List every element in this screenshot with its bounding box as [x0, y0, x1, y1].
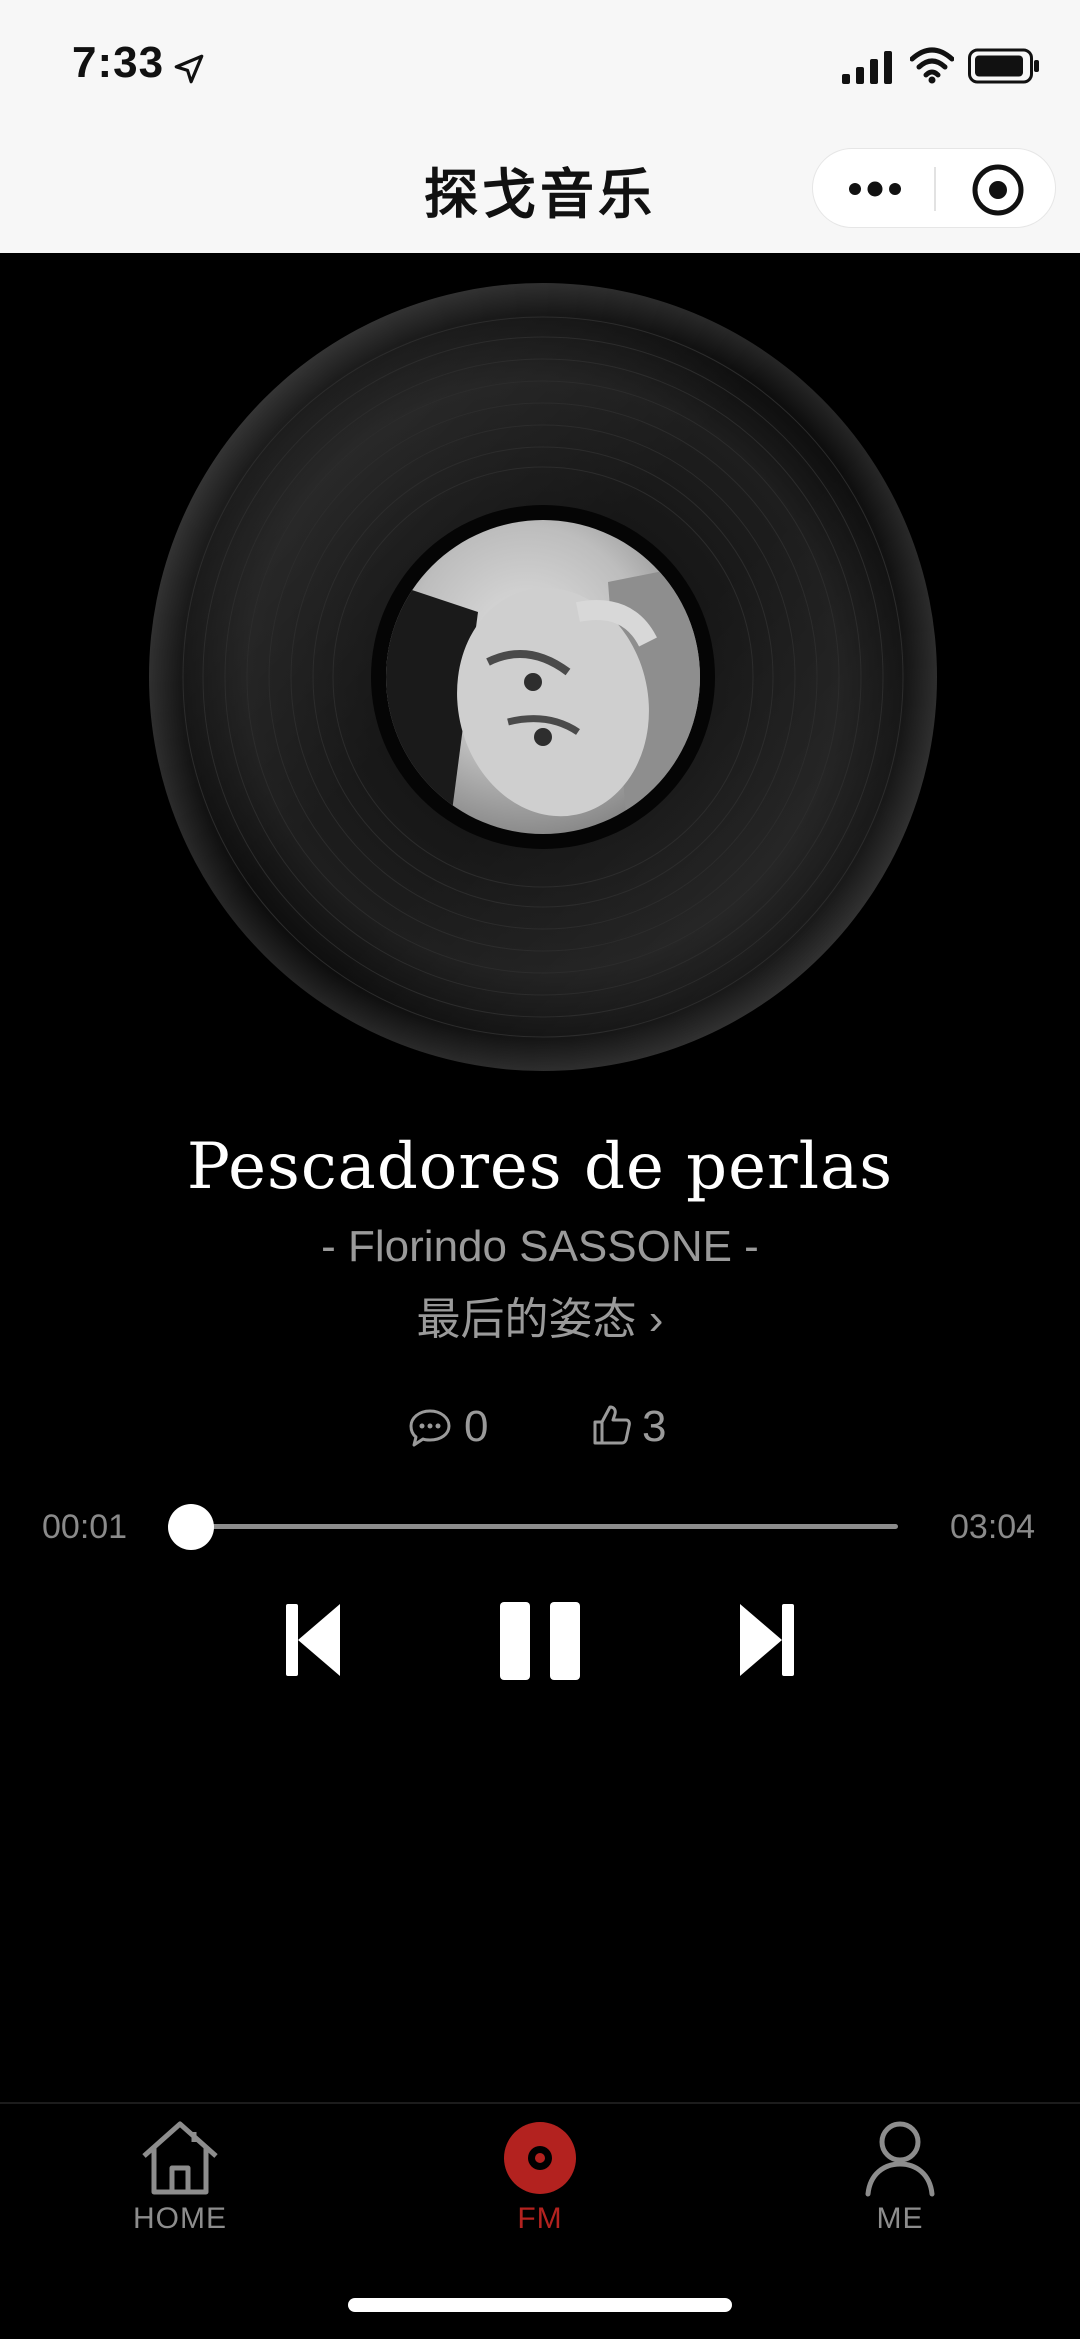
wifi-icon [910, 47, 954, 84]
progress-track[interactable] [184, 1524, 898, 1529]
album-link[interactable]: 最后的姿态 › [0, 1283, 1080, 1347]
record-icon [504, 2122, 576, 2194]
tab-home-label: HOME [133, 2202, 227, 2235]
like-count: 3 [642, 1402, 667, 1451]
pause-icon [500, 1602, 580, 1680]
song-title: Pescadores de perlas [186, 1130, 894, 1204]
comment-count: 0 [464, 1402, 489, 1451]
home-indicator [348, 2298, 732, 2312]
capsule-divider [934, 167, 936, 211]
signal-icon [842, 51, 892, 84]
pause-button[interactable] [498, 1600, 582, 1682]
tab-home[interactable]: HOME [80, 2118, 280, 2268]
thumbs-up-icon[interactable] [592, 1404, 632, 1446]
location-arrow-icon [174, 54, 204, 84]
next-button[interactable] [736, 1600, 796, 1680]
next-icon [740, 1604, 794, 1676]
previous-icon [286, 1604, 340, 1676]
battery-icon [968, 48, 1039, 84]
mini-program-capsule [812, 148, 1056, 228]
artist-name: - Florindo SASSONE - [321, 1222, 759, 1271]
tab-fm[interactable]: FM [440, 2118, 640, 2268]
target-icon[interactable] [971, 163, 1025, 217]
status-time: 7:33 [72, 38, 165, 87]
more-icon[interactable] [845, 171, 905, 207]
house-icon [142, 2121, 218, 2195]
previous-button[interactable] [284, 1600, 344, 1680]
total-time: 03:04 [950, 1508, 1036, 1546]
tab-fm-label: FM [517, 2202, 563, 2235]
progress-knob[interactable] [168, 1504, 215, 1550]
tab-me[interactable]: ME [800, 2118, 1000, 2268]
current-time: 00:01 [42, 1508, 128, 1546]
song-stats: 0 3 [0, 1400, 1080, 1460]
app-header: 7:33 探戈音乐 [0, 0, 1080, 253]
music-player-screen: 7:33 探戈音乐 Pescadores de perlas - Florind… [0, 0, 1080, 2339]
comment-icon[interactable] [408, 1408, 452, 1448]
tab-me-label: ME [876, 2202, 924, 2235]
vinyl-record [149, 283, 937, 1071]
person-icon [865, 2121, 935, 2197]
